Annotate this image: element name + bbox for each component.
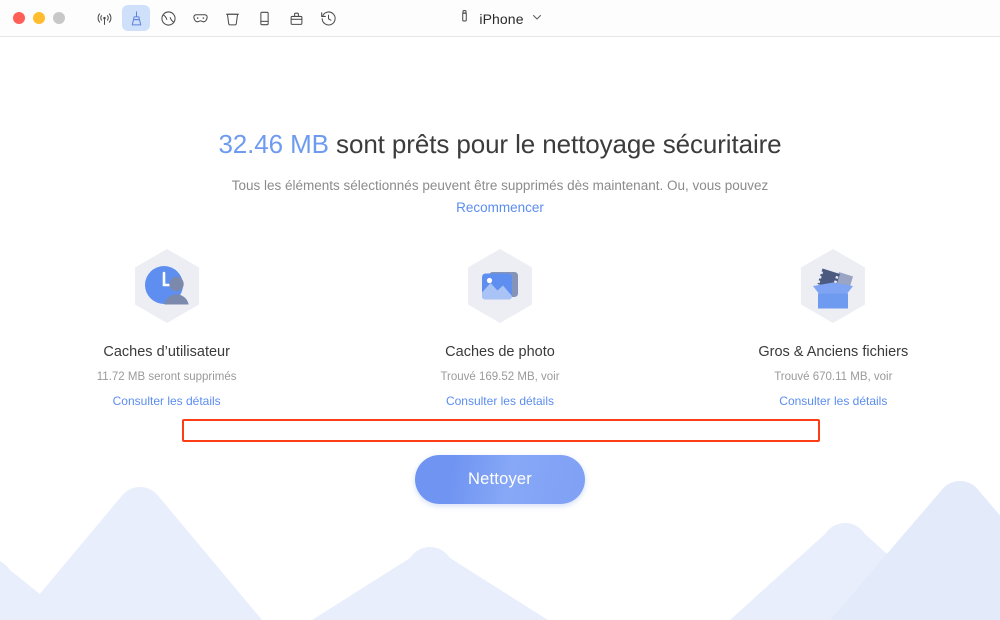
toolbar-browser-button[interactable]	[154, 5, 182, 31]
toolbar-toolbox-button[interactable]	[282, 5, 310, 31]
trash-bin-icon	[223, 9, 242, 28]
device-name-label: iPhone	[479, 10, 524, 27]
device-phone-icon	[255, 9, 274, 28]
chevron-down-icon[interactable]	[531, 10, 543, 28]
toolbar-privacy-button[interactable]	[186, 5, 214, 31]
toolbar-cleaner-button[interactable]	[122, 5, 150, 31]
user-cache-hexagon-icon	[121, 242, 213, 334]
page-subtitle: Tous les éléments sélectionnés peuvent ê…	[231, 178, 769, 193]
card-title: Caches d’utilisateur	[103, 344, 230, 360]
card-details-link[interactable]: Consulter les détails	[446, 394, 554, 408]
card-subtitle: Trouvé 670.11 MB, voir	[774, 371, 893, 383]
toolbox-icon	[287, 9, 306, 28]
restart-link-wrap: Recommencer	[0, 199, 1000, 217]
clock-history-icon	[319, 9, 338, 28]
toolbar-history-button[interactable]	[314, 5, 342, 31]
card-title: Caches de photo	[445, 344, 555, 360]
broom-cleaner-icon	[127, 9, 146, 28]
clean-button[interactable]: Nettoyer	[415, 455, 585, 504]
category-cards: Caches d’utilisateur 11.72 MB seront sup…	[0, 242, 1000, 408]
card-details-link[interactable]: Consulter les détails	[113, 394, 221, 408]
close-window-button[interactable]	[13, 12, 25, 24]
zoom-window-button[interactable]	[53, 12, 65, 24]
highlight-annotation-box	[182, 419, 820, 442]
toolbar-radar-scan-button[interactable]	[90, 5, 118, 31]
page-headline: 32.46 MB sont prêts pour le nettoyage sé…	[0, 129, 1000, 160]
card-photo-caches[interactable]: Caches de photo Trouvé 169.52 MB, voir C…	[333, 242, 666, 408]
card-subtitle: Trouvé 169.52 MB, voir	[440, 371, 560, 383]
app-toolbar	[90, 5, 342, 31]
radar-scan-icon	[95, 9, 114, 28]
card-large-old-files[interactable]: Gros & Anciens fichiers Trouvé 670.11 MB…	[667, 242, 1000, 408]
large-old-files-hexagon-icon	[787, 242, 879, 334]
restart-scan-link[interactable]: Recommencer	[456, 200, 544, 215]
window-controls	[13, 12, 65, 24]
toolbar-trash-button[interactable]	[218, 5, 246, 31]
card-title: Gros & Anciens fichiers	[758, 344, 909, 360]
title-bar: iPhone	[0, 0, 1000, 37]
globe-browser-icon	[159, 9, 178, 28]
card-subtitle: 11.72 MB seront supprimés	[96, 371, 237, 383]
card-details-link[interactable]: Consulter les détails	[779, 394, 887, 408]
cleanable-size-value: 32.46 MB	[218, 129, 329, 159]
photo-cache-hexagon-icon	[454, 242, 546, 334]
toolbar-device-button[interactable]	[250, 5, 278, 31]
card-user-caches[interactable]: Caches d’utilisateur 11.72 MB seront sup…	[0, 242, 333, 408]
main-content: 32.46 MB sont prêts pour le nettoyage sé…	[0, 37, 1000, 620]
mask-privacy-icon	[191, 9, 210, 28]
lightning-connector-icon	[457, 7, 472, 30]
minimize-window-button[interactable]	[33, 12, 45, 24]
headline-rest-text: sont prêts pour le nettoyage sécuritaire	[328, 129, 782, 159]
